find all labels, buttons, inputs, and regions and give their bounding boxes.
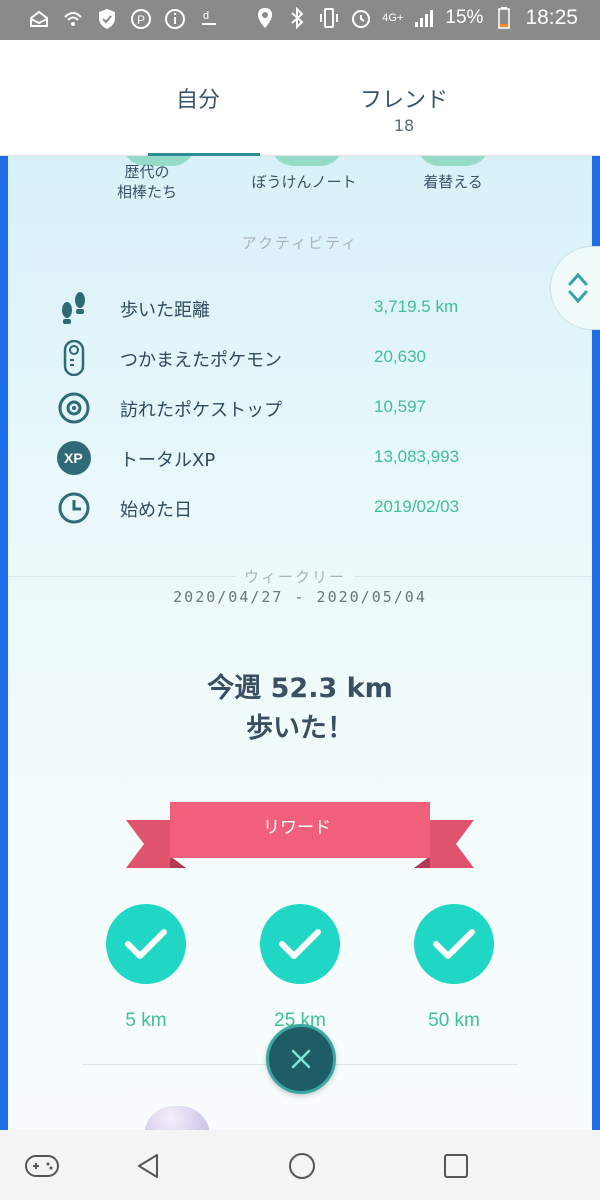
milestone-2-check bbox=[260, 904, 340, 984]
total-xp-label: トータルXP bbox=[120, 450, 216, 471]
pokestops-value: 10,597 bbox=[374, 397, 426, 416]
journal-button-edge[interactable] bbox=[270, 156, 344, 166]
chevron-up-down-icon bbox=[568, 272, 588, 304]
milestone-1-label: 5 km bbox=[125, 1010, 167, 1031]
caught-label: つかまえたポケモン bbox=[120, 350, 282, 371]
distance-value: 3,719.5 km bbox=[374, 297, 459, 316]
customize-label[interactable]: 着替える bbox=[408, 172, 498, 192]
recents-icon[interactable] bbox=[438, 1148, 474, 1184]
pokestop-icon bbox=[56, 390, 92, 426]
clock-icon bbox=[56, 490, 92, 526]
buddy-history-label[interactable]: 歴代の 相棒たち bbox=[112, 162, 182, 202]
pokedex-icon bbox=[56, 340, 92, 376]
journal-label[interactable]: ぼうけんノート bbox=[244, 172, 364, 192]
footprints-icon bbox=[56, 290, 92, 326]
friend-count: 18 bbox=[393, 116, 415, 135]
signal-icon bbox=[413, 7, 435, 29]
buddy-pokemon bbox=[144, 1106, 210, 1130]
profile-shortcuts: 歴代の 相棒たち ぼうけんノート 着替える bbox=[8, 156, 592, 216]
milestone-3-label: 50 km bbox=[428, 1010, 480, 1031]
weekly-distance: 今週 52.3 km bbox=[207, 673, 393, 704]
d-app-icon: d bbox=[198, 8, 220, 30]
caught-value: 20,630 bbox=[374, 347, 426, 366]
home-icon[interactable] bbox=[284, 1148, 320, 1184]
game-controller-icon[interactable] bbox=[24, 1148, 60, 1184]
activity-title: アクティビティ bbox=[241, 234, 359, 252]
customize-button-edge[interactable] bbox=[416, 156, 490, 166]
parking-icon: P bbox=[130, 8, 152, 30]
checkmark-icon bbox=[433, 929, 475, 959]
info-icon bbox=[164, 8, 186, 30]
milestone-1-check bbox=[106, 904, 186, 984]
list-item: 訪れたポケストップ 10,597 bbox=[56, 388, 556, 428]
reward-label: リワード bbox=[263, 818, 331, 838]
weekly-walked-message: 歩いた！ bbox=[246, 713, 354, 744]
system-nav-bar bbox=[0, 1130, 600, 1200]
tab-friends-label: フレンド bbox=[359, 88, 448, 113]
list-item: XP トータルXP 13,083,993 bbox=[56, 438, 556, 478]
total-xp-value: 13,083,993 bbox=[374, 447, 460, 466]
xp-icon: XP bbox=[56, 440, 92, 476]
weekly-date-range: 2020/04/27 - 2020/05/04 bbox=[173, 588, 427, 606]
checkmark-icon bbox=[279, 929, 321, 959]
list-item: 歩いた距離 3,719.5 km bbox=[56, 288, 556, 328]
shield-icon bbox=[96, 8, 118, 30]
profile-tabs: 自分 フレンド 18 bbox=[0, 40, 600, 156]
battery-percent: 15% bbox=[445, 7, 484, 28]
battery-icon bbox=[493, 7, 515, 29]
distance-label: 歩いた距離 bbox=[120, 300, 210, 321]
list-item: つかまえたポケモン 20,630 bbox=[56, 338, 556, 378]
checkmark-icon bbox=[125, 929, 167, 959]
tab-friends[interactable]: フレンド 18 bbox=[254, 40, 554, 156]
mail-icon bbox=[28, 8, 50, 30]
close-icon bbox=[291, 1049, 311, 1069]
svg-text:P: P bbox=[137, 13, 145, 27]
bluetooth-icon bbox=[286, 7, 308, 29]
start-date-value: 2019/02/03 bbox=[374, 497, 460, 516]
close-button[interactable] bbox=[266, 1024, 336, 1094]
start-date-label: 始めた日 bbox=[120, 500, 192, 521]
weekly-title: ウィークリー bbox=[236, 566, 355, 587]
pokestops-label: 訪れたポケストップ bbox=[120, 400, 282, 421]
svg-text:d: d bbox=[203, 10, 209, 22]
alarm-icon bbox=[350, 7, 372, 29]
network-type: 4G+ bbox=[382, 12, 404, 24]
clock: 18:25 bbox=[525, 6, 578, 29]
reward-ribbon: リワード bbox=[126, 796, 474, 876]
back-icon[interactable] bbox=[130, 1148, 166, 1184]
milestone-3-check bbox=[414, 904, 494, 984]
location-icon bbox=[254, 7, 276, 29]
wifi-call-icon bbox=[62, 8, 84, 30]
status-bar: P d 4G+ 15% 18:25 bbox=[0, 0, 600, 40]
list-item: 始めた日 2019/02/03 bbox=[56, 488, 556, 528]
svg-text:XP: XP bbox=[64, 450, 83, 466]
profile-panel: 歴代の 相棒たち ぼうけんノート 着替える アクティビティ 歩いた距離 3,71… bbox=[0, 156, 600, 1130]
vibrate-icon bbox=[318, 7, 340, 29]
